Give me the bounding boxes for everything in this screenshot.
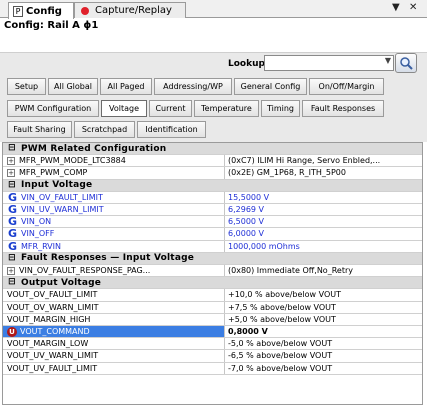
table-row[interactable]: G VIN_UV_WARN_LIMIT 6,2969 V [3, 204, 422, 217]
tab-pwm-configuration[interactable]: PWM Configuration [7, 100, 99, 117]
table-row[interactable]: VOUT_MARGIN_HIGH +5,0 % above/below VOUT [3, 313, 422, 326]
section-title: PWM Related Configuration [21, 143, 167, 154]
register-value[interactable]: -6,5 % above/below VOUT [225, 350, 422, 361]
tab-identification[interactable]: Identification [137, 121, 206, 138]
tab-current[interactable]: Current [149, 100, 192, 117]
tab-capture-replay[interactable]: Capture/Replay [74, 2, 186, 18]
register-value[interactable]: -5,0 % above/below VOUT [225, 338, 422, 349]
register-name: VIN_UV_WARN_LIMIT [21, 205, 104, 215]
tab-general-config[interactable]: General Config [234, 78, 307, 95]
register-value[interactable]: (0x2E) GM_1P68, R_ITH_5P00 [225, 167, 422, 178]
tab-voltage[interactable]: Voltage [101, 100, 147, 117]
register-value[interactable]: 15,5000 V [225, 192, 422, 203]
tab-timing[interactable]: Timing [261, 100, 300, 117]
global-register-icon: G [7, 191, 18, 203]
register-value[interactable]: 6,0000 V [225, 228, 422, 239]
register-name: MFR_PWM_MODE_LTC3884 [19, 156, 126, 166]
search-icon [400, 57, 413, 70]
table-row[interactable]: + MFR_PWM_COMP (0x2E) GM_1P68, R_ITH_5P00 [3, 167, 422, 180]
table-row[interactable]: VOUT_OV_FAULT_LIMIT +10,0 % above/below … [3, 289, 422, 302]
tab-fault-responses[interactable]: Fault Responses [302, 100, 384, 117]
register-name: MFR_PWM_COMP [19, 168, 88, 178]
register-value[interactable]: +10,0 % above/below VOUT [225, 289, 422, 300]
close-icon[interactable]: ✕ [409, 2, 417, 13]
chevron-down-icon[interactable]: ▼ [392, 2, 400, 13]
table-row[interactable]: G VIN_OV_FAULT_LIMIT 15,5000 V [3, 191, 422, 204]
document-tab-strip: P Config Capture/Replay ▼ ✕ [0, 0, 427, 19]
global-register-icon: G [7, 228, 18, 240]
section-pwm-related-configuration[interactable]: ⊟ PWM Related Configuration [3, 143, 422, 156]
tab-all-global[interactable]: All Global [48, 78, 98, 95]
global-register-icon: G [7, 204, 18, 216]
section-output-voltage[interactable]: ⊟ Output Voltage [3, 277, 422, 290]
register-value[interactable]: 6,5000 V [225, 216, 422, 227]
global-register-icon: G [7, 240, 18, 252]
register-value[interactable]: (0x80) Immediate Off,No_Retry [225, 265, 422, 276]
page-title: Config: Rail A ɸ1 [4, 20, 99, 31]
register-value[interactable]: -7,0 % above/below VOUT [225, 363, 422, 374]
table-row[interactable]: VOUT_UV_WARN_LIMIT -6,5 % above/below VO… [3, 350, 422, 363]
register-name: VIN_OV_FAULT_LIMIT [21, 192, 103, 202]
table-row[interactable]: + VIN_OV_FAULT_RESPONSE_PAG... (0x80) Imm… [3, 265, 422, 278]
property-grid: ⊟ PWM Related Configuration + MFR_PWM_MOD… [2, 142, 423, 405]
register-name: VOUT_OV_FAULT_LIMIT [7, 290, 98, 300]
search-button[interactable] [395, 53, 417, 73]
tab-addressing-wp[interactable]: Addressing/WP [154, 78, 232, 95]
section-title: Input Voltage [21, 180, 93, 191]
register-name: VOUT_COMMAND [20, 327, 90, 337]
tab-capture-replay-label: Capture/Replay [95, 5, 172, 16]
register-name: VIN_OV_FAULT_RESPONSE_PAG... [19, 266, 151, 276]
register-value[interactable]: 0,8000 V [225, 326, 422, 337]
expand-icon[interactable]: + [7, 156, 15, 165]
collapse-icon[interactable]: ⊟ [7, 253, 17, 263]
lookup-label: Lookup: [228, 59, 269, 69]
unsaved-register-icon: U [7, 326, 17, 337]
table-row[interactable]: G VIN_ON 6,5000 V [3, 216, 422, 229]
tab-on-off-margin[interactable]: On/Off/Margin [309, 78, 384, 95]
lookup-input[interactable]: ▼ [264, 55, 394, 71]
register-value[interactable]: (0xC7) ILIM Hi Range, Servo Enbled,... [225, 155, 422, 166]
record-icon [81, 6, 89, 15]
register-name: VOUT_OV_WARN_LIMIT [7, 302, 99, 312]
section-title: Fault Responses — Input Voltage [21, 253, 195, 264]
table-row-selected[interactable]: U VOUT_COMMAND 0,8000 V [3, 326, 422, 339]
table-row[interactable]: + MFR_PWM_MODE_LTC3884 (0xC7) ILIM Hi Ran… [3, 155, 422, 168]
global-register-icon: G [7, 216, 18, 228]
collapse-icon[interactable]: ⊟ [7, 180, 17, 190]
register-name: VOUT_UV_FAULT_LIMIT [7, 363, 98, 373]
register-value[interactable]: 6,2969 V [225, 204, 422, 215]
section-title: Output Voltage [21, 277, 102, 288]
page-icon: P [13, 5, 23, 17]
collapse-icon[interactable]: ⊟ [7, 278, 17, 287]
register-value[interactable]: +5,0 % above/below VOUT [225, 314, 422, 325]
tab-all-paged[interactable]: All Paged [100, 78, 152, 95]
chevron-down-icon[interactable]: ▼ [385, 56, 391, 65]
register-name: MFR_RVIN [21, 241, 61, 251]
tab-config[interactable]: P Config [8, 2, 74, 19]
tab-config-label: Config [26, 5, 62, 17]
expand-icon[interactable]: + [7, 168, 15, 177]
register-name: VOUT_MARGIN_LOW [7, 339, 89, 349]
tab-setup[interactable]: Setup [7, 78, 46, 95]
register-name: VIN_ON [21, 217, 52, 227]
table-row[interactable]: VOUT_MARGIN_LOW -5,0 % above/below VOUT [3, 338, 422, 351]
register-name: VOUT_UV_WARN_LIMIT [7, 351, 99, 361]
table-row[interactable]: G VIN_OFF 6,0000 V [3, 228, 422, 241]
register-name: VOUT_MARGIN_HIGH [7, 314, 91, 324]
register-value[interactable]: +7,5 % above/below VOUT [225, 302, 422, 313]
register-name: VIN_OFF [21, 229, 55, 239]
table-row[interactable]: G MFR_RVIN 1000,000 mOhms [3, 240, 422, 253]
register-value[interactable]: 1000,000 mOhms [225, 241, 422, 252]
collapse-icon[interactable]: ⊟ [7, 144, 17, 153]
table-row[interactable]: VOUT_OV_WARN_LIMIT +7,5 % above/below VO… [3, 301, 422, 314]
section-input-voltage[interactable]: ⊟ Input Voltage [3, 179, 422, 192]
tab-scratchpad[interactable]: Scratchpad [74, 121, 135, 138]
tab-fault-sharing[interactable]: Fault Sharing [7, 121, 72, 138]
tab-temperature[interactable]: Temperature [194, 100, 259, 117]
section-fault-responses-input-voltage[interactable]: ⊟ Fault Responses — Input Voltage [3, 252, 422, 265]
expand-icon[interactable]: + [7, 266, 15, 275]
table-row[interactable]: VOUT_UV_FAULT_LIMIT -7,0 % above/below V… [3, 362, 422, 375]
